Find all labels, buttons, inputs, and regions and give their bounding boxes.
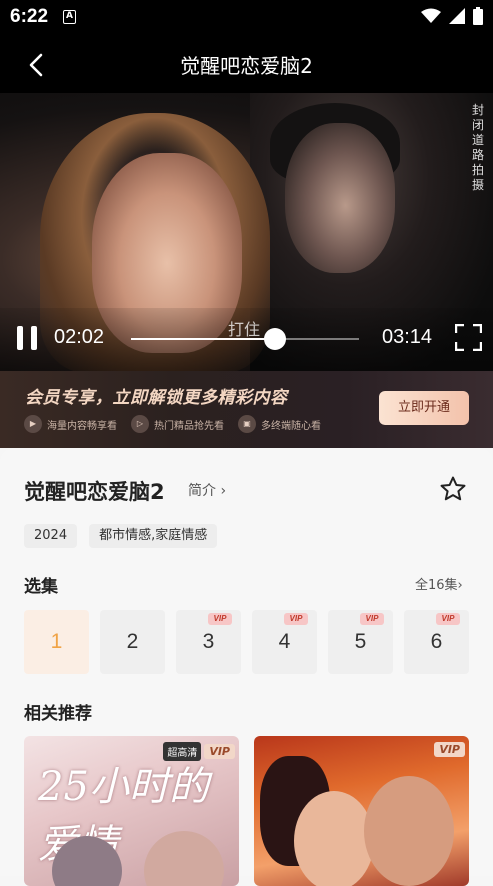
episodes-section-title: 选集: [24, 577, 58, 597]
vip-badge: VIP: [434, 742, 465, 757]
recommend-section-title: 相关推荐: [24, 704, 92, 724]
episode-item[interactable]: 6 VIP: [404, 610, 469, 674]
recommend-card[interactable]: 25小时的爱情 超高清 VIP: [24, 736, 239, 886]
progress-bar[interactable]: [131, 328, 359, 350]
vip-feature-list: ▶ 海量内容畅享看 ▷ 热门精品抢先看 ▣ 多终端随心看: [24, 415, 321, 433]
page-title: 觉醒吧恋爱脑2: [180, 54, 313, 78]
episode-number: 3: [202, 630, 215, 653]
all-episodes-label: 全16集: [415, 578, 458, 593]
pause-button[interactable]: [17, 326, 39, 350]
video-watermark: 封闭道路拍摄: [471, 103, 484, 192]
vip-badge: VIP: [204, 744, 235, 759]
battery-icon: [473, 7, 483, 25]
chevron-right-icon: ›: [457, 578, 463, 593]
all-episodes-link[interactable]: 全16集›: [415, 574, 463, 593]
vip-badge: VIP: [284, 613, 308, 625]
signal-icon: [449, 8, 465, 24]
open-vip-button[interactable]: 立即开通: [379, 391, 469, 425]
favorite-star-icon[interactable]: [439, 475, 467, 503]
vip-feature: ▶ 海量内容畅享看: [24, 415, 117, 433]
status-icons: [421, 7, 483, 25]
pause-icon: [17, 326, 23, 350]
year-tag: 2024: [24, 524, 78, 548]
app-notification-icon: A: [63, 10, 76, 24]
current-time: 02:02: [54, 326, 105, 348]
vip-badge: VIP: [208, 613, 232, 625]
play-circle-icon: ▷: [131, 415, 149, 433]
episode-item[interactable]: 1: [24, 610, 89, 674]
episode-list: 1 2 3 VIP 4 VIP 5 VIP 6 VIP: [24, 610, 469, 674]
video-subtitle: 打住: [228, 320, 261, 339]
vip-feature: ▣ 多终端随心看: [238, 415, 321, 433]
intro-link-label: 简介: [188, 483, 216, 499]
hd-badge: 超高清: [163, 742, 202, 761]
episode-item[interactable]: 4 VIP: [252, 610, 317, 674]
show-title: 觉醒吧恋爱脑2: [24, 480, 165, 504]
vip-feature-label: 热门精品抢先看: [154, 420, 224, 432]
intro-link[interactable]: 简介 ›: [188, 480, 226, 500]
progress-thumb[interactable]: [263, 328, 286, 350]
poster-figure: [294, 791, 374, 886]
episode-number: 4: [278, 630, 291, 653]
chevron-right-icon: ›: [220, 483, 227, 499]
episode-item[interactable]: 2: [100, 610, 165, 674]
duration-time: 03:14: [382, 326, 433, 348]
multi-device-icon: ▣: [238, 415, 256, 433]
episode-item[interactable]: 5 VIP: [328, 610, 393, 674]
nav-bar: 觉醒吧恋爱脑2: [0, 36, 493, 93]
episode-number: 1: [50, 630, 63, 653]
vip-promo-banner[interactable]: 会员专享，立即解锁更多精彩内容 ▶ 海量内容畅享看 ▷ 热门精品抢先看 ▣ 多终…: [0, 371, 493, 448]
fullscreen-icon[interactable]: [455, 324, 482, 351]
video-frame-figure: [285, 123, 395, 273]
wifi-icon: [421, 8, 441, 23]
genre-tag: 都市情感,家庭情感: [89, 524, 218, 548]
vip-banner-title: 会员专享，立即解锁更多精彩内容: [25, 388, 288, 408]
pause-icon: [31, 326, 37, 350]
episode-number: 2: [126, 630, 139, 653]
episode-item[interactable]: 3 VIP: [176, 610, 241, 674]
play-box-icon: ▶: [24, 415, 42, 433]
status-time: 6:22: [10, 6, 49, 27]
recommend-card[interactable]: VIP: [254, 736, 469, 886]
vip-feature-label: 海量内容畅享看: [47, 420, 117, 432]
vip-feature: ▷ 热门精品抢先看: [131, 415, 224, 433]
detail-panel: 觉醒吧恋爱脑2 简介 › 2024 都市情感,家庭情感 选集 全16集› 123…: [0, 448, 493, 886]
progress-fill: [131, 338, 275, 340]
status-bar: 6:22 A: [0, 0, 493, 36]
episode-number: 6: [430, 630, 443, 653]
episode-number: 5: [354, 630, 367, 653]
poster-badges: VIP: [434, 742, 465, 757]
player-controls: 打住 02:02 03:14: [0, 308, 493, 371]
vip-badge: VIP: [360, 613, 384, 625]
poster-badges: 超高清 VIP: [163, 742, 235, 761]
recommend-list: 25小时的爱情 超高清 VIP VIP: [24, 736, 469, 886]
poster-figure: [364, 776, 454, 886]
vip-badge: VIP: [436, 613, 460, 625]
video-player[interactable]: 封闭道路拍摄 打住 02:02 03:14: [0, 93, 493, 371]
show-tags: 2024 都市情感,家庭情感: [24, 524, 218, 548]
vip-feature-label: 多终端随心看: [261, 420, 321, 432]
